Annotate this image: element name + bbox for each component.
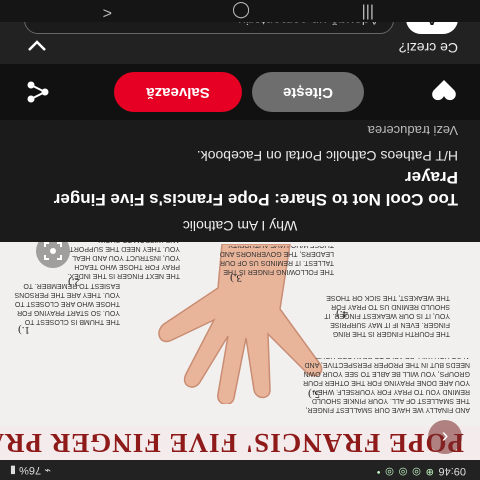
chevron-icon (28, 40, 46, 51)
collapse-button[interactable] (24, 34, 50, 60)
recent-apps-button[interactable]: ||| (362, 3, 374, 21)
visual-search-button[interactable] (36, 242, 70, 268)
system-nav-bar: ||| ◯ < (0, 0, 480, 22)
banner-text: POPE FRANCIS' FIVE FINGER PRAYER (0, 428, 464, 458)
read-button[interactable]: Citește (252, 72, 364, 112)
phone-screen: 09:46 ⊕ ◎ ◎ ◎ • ⌁ 76% ▮ POPE FRANCIS' FI… (0, 0, 480, 480)
share-icon (27, 81, 49, 103)
notification-icons: ⊕ ◎ ◎ ◎ • (375, 466, 434, 477)
pin-info-panel: Why I Am Catholic Too Cool Not to Share:… (0, 0, 480, 242)
point-text: And finally we have our smallest finger,… (303, 358, 470, 413)
pin-source[interactable]: Why I Am Catholic (0, 218, 480, 234)
pin-description: H/T Patheos Catholic Portal on Facebook. (196, 148, 458, 164)
save-button[interactable]: Salvează (114, 72, 242, 112)
translate-link[interactable]: Vezi traducerea (368, 123, 458, 138)
chevron-left-icon: ‹ (441, 426, 449, 448)
pin-title: Too Cool Not to Share: Pope Francis's Fi… (53, 168, 458, 209)
point-text: The next finger is the index. Pray for t… (67, 242, 180, 279)
action-bar: Citește Salvează (0, 64, 480, 120)
battery-indicator: ⌁ 76% ▮ (10, 464, 51, 476)
react-button[interactable] (430, 76, 458, 104)
point-text: The following finger is the tallest. It … (219, 246, 334, 275)
back-button[interactable]: ‹ (428, 420, 462, 454)
point-text: The thumb is closest to you. So start pr… (14, 282, 120, 325)
comments-heading: Ce crezi? (398, 40, 458, 56)
pin-banner: POPE FRANCIS' FIVE FINGER PRAYER (0, 426, 480, 460)
status-bar: 09:46 ⊕ ◎ ◎ ◎ • ⌁ 76% ▮ (0, 460, 480, 480)
share-button[interactable] (24, 78, 52, 106)
scan-icon (44, 242, 62, 260)
status-time: 09:46 (438, 465, 466, 477)
home-button[interactable]: ◯ (232, 1, 250, 21)
back-nav-button[interactable]: < (103, 3, 112, 21)
pin-image[interactable]: POPE FRANCIS' FIVE FINGER PRAYER ‹ 1.) T… (0, 242, 480, 460)
heart-icon (432, 80, 456, 101)
point-text: The fourth finger is the ring finger. Ev… (324, 294, 450, 337)
